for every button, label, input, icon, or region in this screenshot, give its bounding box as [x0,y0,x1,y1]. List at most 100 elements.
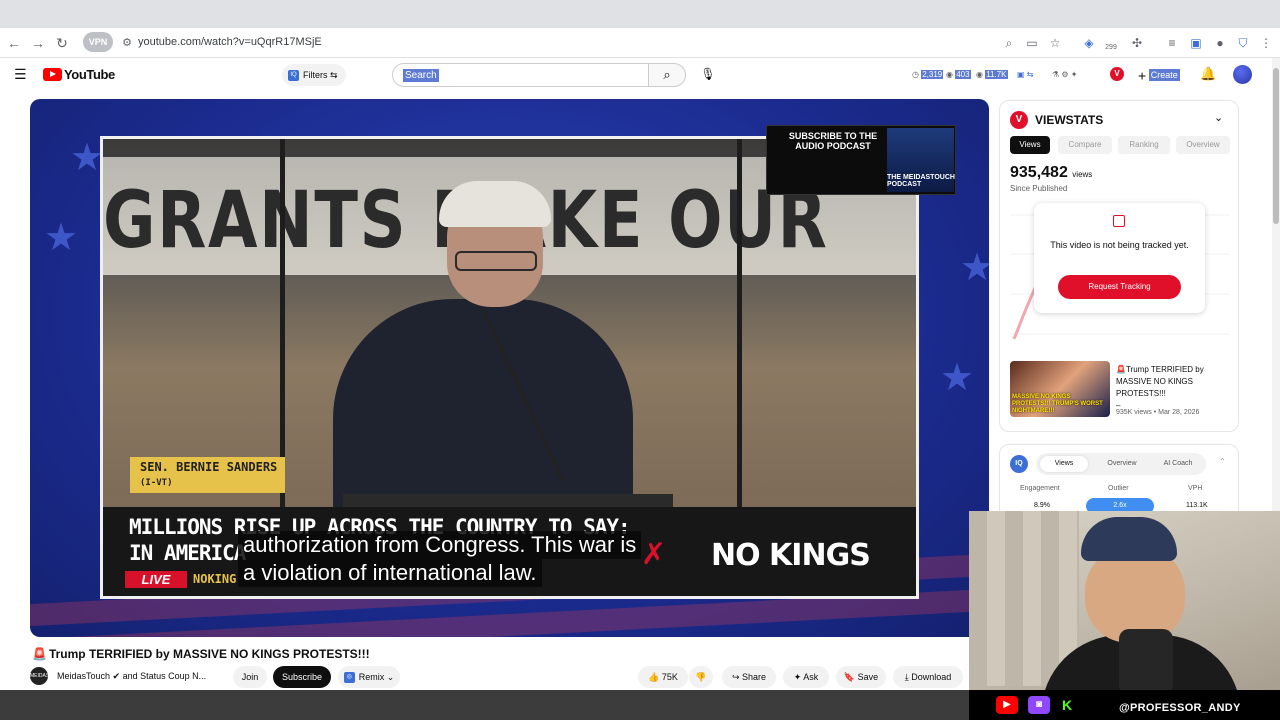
since-published: Since Published [1010,184,1068,193]
bg-star-icon: ★ [44,217,79,259]
video-title-text: Trump TERRIFIED by MASSIVE NO KINGS PROT… [48,647,370,661]
iq-logo-icon: IQ [1010,455,1028,473]
forward-icon[interactable]: → [29,34,47,52]
viewstats-title: VIEWSTATS [1035,113,1104,127]
dislike-button[interactable]: 👎 [689,666,713,688]
related-video-thumbnail[interactable]: MASSIVE NO KINGS PROTESTS!!! TRUMP'S WOR… [1010,361,1110,417]
ask-button[interactable]: ✦ Ask [783,666,829,688]
plus-icon: + [1138,67,1147,84]
download-button[interactable]: ⤓ Download [893,666,963,688]
join-button[interactable]: Join [233,666,267,688]
youtube-icon: ▶ [996,696,1018,714]
pillar [280,139,285,509]
viewstats-header-icon[interactable]: V [1110,67,1124,81]
yt-header: ☰ YouTube IQ Filters ⇆ Search ⌕ 🎙 ◷ 2,319… [0,58,1272,92]
tab-overview[interactable]: Overview [1176,136,1230,154]
crown-slash-icon: ✗ [641,538,667,571]
video-frame: GRANTS MAKE OUR SEN. BERNIE SANDERS (I-V… [100,136,919,599]
ticker-text: NOKING [193,572,237,586]
like-count: 75K [661,672,678,682]
related-video-title[interactable]: 🚨Trump TERRIFIED by MASSIVE NO KINGS PRO… [1116,364,1231,412]
bookmark-star-icon[interactable]: ☆ [1048,36,1062,50]
filters-label: Filters [303,70,328,80]
search-icon: ⌕ [663,67,671,82]
iq-header-icon[interactable]: ▣ ⇆ [1017,69,1033,81]
tab-views[interactable]: Views [1010,136,1050,154]
channel-name[interactable]: MeidasTouch ✔ and Status Coup N... [57,671,206,682]
streamer-cap [1081,517,1177,561]
tab-compare[interactable]: Compare [1058,136,1112,154]
request-tracking-button[interactable]: Request Tracking [1058,275,1181,299]
video-player[interactable]: ★ ★ ★ ★ ★ GRANTS MAKE OUR SEN. BERNIE SA… [30,99,989,637]
lower-third-line2: IN AMERICA [129,541,246,565]
search-placeholder: Search [403,69,439,82]
twitch-icon: ◙ [1028,696,1050,714]
profile-icon[interactable]: ● [1213,36,1227,50]
engagement-value: 8.9% [1034,502,1050,509]
reload-icon[interactable]: ↻ [53,34,71,52]
not-tracked-overlay: This video is not being tracked yet. Req… [1034,203,1205,313]
speaker-hair [439,181,551,227]
tab-ranking[interactable]: Ranking [1118,136,1170,154]
youtube-logo-text[interactable]: YouTube [64,67,115,82]
back-icon[interactable]: ← [5,34,23,52]
video-title: 🚨 Trump TERRIFIED by MASSIVE NO KINGS PRO… [32,647,370,661]
extensions-puzzle-icon[interactable]: ✣ [1130,36,1144,50]
address-url[interactable]: youtube.com/watch?v=uQqrR17MSjE [138,36,322,48]
zoom-icon[interactable]: ⌕ [1002,36,1016,50]
bg-star-icon: ★ [70,137,105,179]
iq-tab-ai-coach[interactable]: AI Coach [1154,456,1202,472]
remix-button[interactable]: ◎ Remix ⌄ [338,666,400,688]
vpn-shield-icon[interactable]: ⛉ [1236,36,1250,50]
extension-badge[interactable]: 299 [1104,41,1118,55]
siren-icon: 🚨 [32,647,47,661]
stat-views-value: 11.7K [985,70,1008,79]
siren-icon: 🚨 [1116,365,1126,374]
iq-tab-views[interactable]: Views [1040,456,1088,472]
account-avatar[interactable] [1233,65,1252,84]
caption-line1: authorization from Congress. This war is [238,531,642,559]
like-button[interactable]: 👍 75K [638,666,688,688]
sidepanel-icon[interactable]: ▣ [1189,36,1203,50]
remix-label: Remix [358,672,385,682]
hamburger-menu-icon[interactable]: ☰ [14,66,27,83]
shield-extension-icon[interactable]: ◈ [1082,36,1096,50]
search-button[interactable]: ⌕ [649,63,686,87]
viewstats-logo-icon: V [1010,111,1028,129]
tools-icons[interactable]: ⚗ ⚙ ✦ [1052,69,1078,81]
cast-icon[interactable]: ▭ [1025,36,1039,50]
subscribe-button[interactable]: Subscribe [273,666,331,688]
vpn-badge[interactable]: VPN [83,32,113,52]
filters-button[interactable]: IQ Filters ⇆ [282,64,346,86]
site-info-icon[interactable]: ⚙ [118,34,136,52]
save-button[interactable]: 🔖 Save [836,666,886,688]
notifications-bell-icon[interactable]: 🔔 [1200,66,1216,82]
chevron-down-icon[interactable]: ⌄ [1214,111,1223,124]
pillar [737,139,742,509]
voice-search-icon[interactable]: 🎙 [697,63,719,85]
not-tracked-message: This video is not being tracked yet. [1050,240,1189,250]
reading-list-icon[interactable]: ≡ [1165,36,1179,50]
search-input[interactable]: Search [392,63,649,87]
stat-eye-value: 403 [955,70,971,79]
vph-label: VPH [1188,485,1203,492]
caption-line2: a violation of international law. [238,559,542,587]
channel-avatar[interactable]: MEIDAS [30,667,49,685]
create-button[interactable]: + Create [1138,64,1180,86]
save-label: Save [857,672,879,682]
stat-clock: ◷ 2,319 [912,70,944,79]
browser-menu-icon[interactable]: ⋮ [1259,36,1273,50]
related-video-title-text: Trump TERRIFIED by MASSIVE NO KINGS PROT… [1116,365,1204,398]
iq-tab-overview[interactable]: Overview [1096,456,1148,472]
share-button[interactable]: ↪ Share [722,666,776,688]
iq-tab-group: Views Overview AI Coach [1036,453,1206,475]
scrollbar-thumb[interactable] [1273,68,1279,224]
lock-icon [1113,215,1125,227]
chevron-up-icon[interactable]: ⌃ [1219,457,1226,466]
nameplate-name: SEN. BERNIE SANDERS [140,460,278,474]
viewstats-panel: V VIEWSTATS ⌄ Views Compare Ranking Over… [999,100,1239,432]
nameplate-state: (I-VT) [140,478,173,488]
youtube-logo-icon[interactable] [43,68,62,81]
filters-sliders-icon: ⇆ [330,70,338,80]
views-unit: views [1072,170,1093,179]
